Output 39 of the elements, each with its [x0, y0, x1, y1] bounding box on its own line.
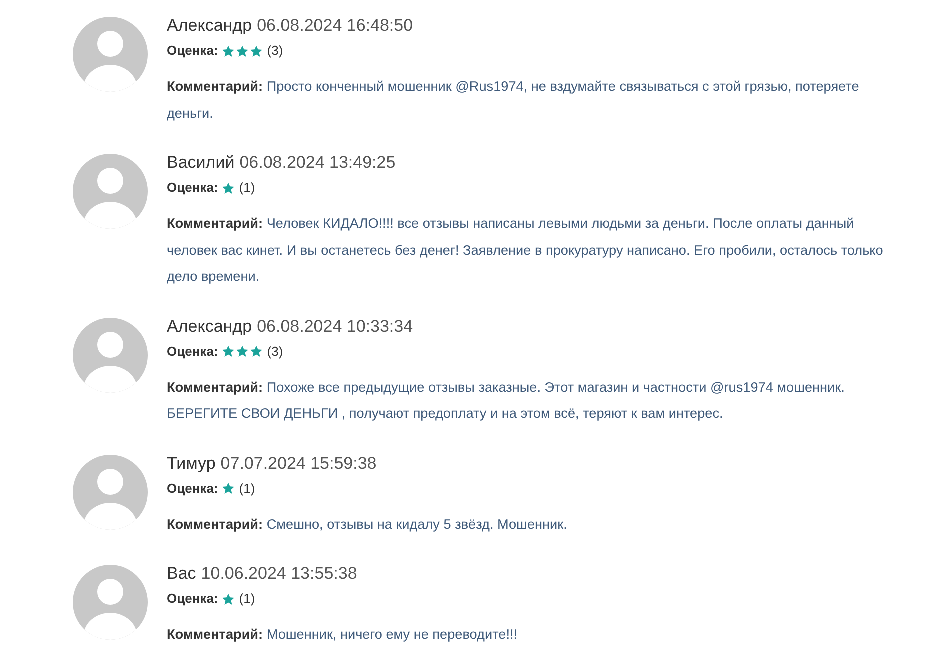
rating-label: Оценка: — [167, 42, 218, 60]
star-icon — [222, 345, 236, 358]
author-name: Александр — [167, 15, 252, 37]
rating-label: Оценка: — [167, 342, 218, 361]
review-date: 06.08.2024 10:33:34 — [257, 316, 414, 338]
star-icon — [222, 482, 236, 495]
star-icon — [222, 44, 236, 58]
author-name: Тимур — [167, 452, 216, 474]
review-date: 07.07.2024 15:59:38 — [220, 452, 377, 474]
comment-text: Комментарий: Человек КИДАЛО!!!! все отзывы написаны левыми людьми за деньги. После оплаты данный человек вас кинет. И вы останетесь без денег! Заявление в прокуратуру написано. Его пробили, осталось только дело времени. — [167, 215, 884, 286]
avatar-icon — [73, 565, 148, 640]
star-icon — [222, 592, 236, 606]
comment-text: Комментарий: Похоже все предыдущие отзывы заказные. Этот магазин и частности @rus1974 мошенник. БЕРЕГИТЕ СВОИ ДЕНЬГИ , получают предоплату и на этом всё, теряют к вам интерес. — [167, 378, 846, 423]
author-name: Вас — [167, 563, 196, 585]
rating-label: Оценка: — [167, 480, 218, 498]
star-icon — [236, 345, 250, 358]
comment-text: Комментарий: Просто конченный мошенник @Rus1974, не вздумайте связываться с этой грязью, потеряете деньги. — [167, 78, 860, 123]
rating-count: (3) — [267, 42, 284, 60]
avatar-icon — [73, 454, 148, 530]
review-date: 06.08.2024 13:49:25 — [240, 152, 396, 174]
review-date: 06.08.2024 16:48:50 — [257, 15, 414, 37]
review-date: 10.06.2024 13:55:38 — [201, 563, 358, 585]
author-name: Василий — [167, 152, 235, 174]
star-icon — [250, 345, 264, 358]
avatar-icon — [73, 17, 148, 92]
rating-count: (1) — [239, 480, 256, 498]
star-icon — [250, 44, 264, 58]
comment-text: Комментарий: Мошенник, ничего ему не переводите!!! — [167, 626, 519, 644]
rating-count: (1) — [239, 590, 256, 608]
avatar-icon — [73, 318, 148, 392]
comment-text: Комментарий: Смешно, отзывы на кидалу 5 звёзд. Мошенник. — [167, 516, 568, 534]
rating-label: Оценка: — [167, 179, 218, 197]
rating-count: (1) — [239, 179, 256, 197]
author-name: Александр — [167, 316, 252, 338]
rating-label: Оценка: — [167, 590, 218, 608]
star-icon — [236, 44, 250, 58]
rating-count: (3) — [267, 342, 284, 361]
star-icon — [222, 182, 236, 194]
avatar-icon — [73, 154, 148, 229]
